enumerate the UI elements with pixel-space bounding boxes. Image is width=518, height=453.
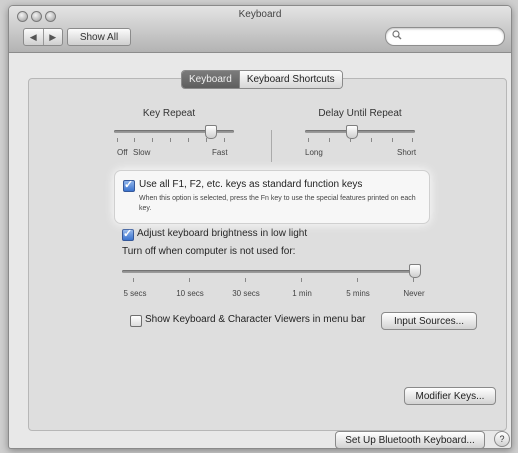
timeout-tick-label: 30 secs	[232, 289, 260, 298]
title-bar: Keyboard ◀ ▶ Show All	[9, 6, 511, 53]
input-sources-button[interactable]: Input Sources...	[381, 312, 477, 330]
modifier-keys-button[interactable]: Modifier Keys...	[404, 387, 496, 405]
tick-mark	[134, 138, 135, 142]
delay-max-label: Short	[397, 148, 417, 157]
brightness-checkbox[interactable]: ✓	[122, 228, 134, 241]
delay-until-repeat-slider-thumb[interactable]	[346, 125, 358, 139]
tick-mark	[329, 138, 330, 142]
show-all-button[interactable]: Show All	[67, 28, 131, 46]
tab-keyboard[interactable]: Keyboard	[182, 71, 239, 88]
turn-off-label: Turn off when computer is not used for:	[122, 246, 296, 257]
viewers-label: Show Keyboard & Character Viewers in men…	[145, 314, 366, 325]
function-keys-description: When this option is selected, press the …	[139, 195, 416, 212]
help-button[interactable]: ?	[494, 431, 510, 447]
function-keys-label: Use all F1, F2, etc. keys as standard fu…	[139, 179, 363, 190]
checkmark-icon: ✓	[123, 228, 133, 240]
tick-mark	[392, 138, 393, 142]
forward-button[interactable]: ▶	[42, 29, 63, 45]
tick-mark	[152, 138, 153, 142]
tab-keyboard-shortcuts[interactable]: Keyboard Shortcuts	[238, 71, 342, 88]
tick-mark	[371, 138, 372, 142]
preferences-window: Keyboard ◀ ▶ Show All Keyboard Keyboard …	[8, 5, 512, 449]
search-icon	[392, 30, 402, 40]
checkmark-icon: ✓	[124, 179, 134, 191]
tab-bar: Keyboard Keyboard Shortcuts	[181, 70, 343, 89]
key-repeat-label: Key Repeat	[142, 108, 196, 119]
slider-divider	[271, 130, 272, 162]
tick-mark	[206, 138, 207, 142]
delay-min-label: Long	[305, 148, 323, 157]
tick-mark	[188, 138, 189, 142]
tick-mark	[350, 138, 351, 142]
tick-mark	[412, 138, 413, 142]
brightness-label: Adjust keyboard brightness in low light	[137, 228, 308, 239]
navigation-buttons: ◀ ▶	[23, 28, 63, 46]
key-repeat-slider-thumb[interactable]	[205, 125, 217, 139]
tick-mark	[117, 138, 118, 142]
brightness-timeout-slider[interactable]	[122, 270, 419, 273]
timeout-tick-label: Never	[403, 289, 425, 298]
key-repeat-slow-label: Slow	[133, 148, 151, 157]
bluetooth-keyboard-button[interactable]: Set Up Bluetooth Keyboard...	[335, 431, 485, 448]
tick-mark	[357, 278, 358, 282]
tick-mark	[413, 278, 414, 282]
tick-mark	[308, 138, 309, 142]
key-repeat-min-label: Off	[117, 148, 128, 157]
function-keys-checkbox[interactable]: ✓	[123, 179, 135, 192]
delay-until-repeat-label: Delay Until Repeat	[318, 108, 402, 119]
tick-mark	[245, 278, 246, 282]
back-button[interactable]: ◀	[24, 29, 43, 45]
tick-mark	[189, 278, 190, 282]
search-input[interactable]	[385, 27, 505, 46]
timeout-tick-label: 1 min	[292, 289, 312, 298]
delay-until-repeat-slider[interactable]	[305, 130, 415, 133]
tick-mark	[170, 138, 171, 142]
tick-mark	[301, 278, 302, 282]
forward-arrow-icon: ▶	[49, 31, 57, 42]
timeout-tick-label: 5 mins	[346, 289, 370, 298]
function-keys-highlight: ✓ Use all F1, F2, etc. keys as standard …	[114, 170, 430, 224]
tick-mark	[133, 278, 134, 282]
window-title: Keyboard	[238, 9, 282, 20]
brightness-timeout-slider-thumb[interactable]	[409, 264, 421, 278]
timeout-tick-label: 5 secs	[123, 289, 147, 298]
tick-mark	[224, 138, 225, 142]
back-arrow-icon: ◀	[29, 31, 37, 42]
key-repeat-max-label: Fast	[212, 148, 228, 157]
timeout-tick-label: 10 secs	[176, 289, 204, 298]
viewers-checkbox[interactable]	[130, 315, 142, 327]
